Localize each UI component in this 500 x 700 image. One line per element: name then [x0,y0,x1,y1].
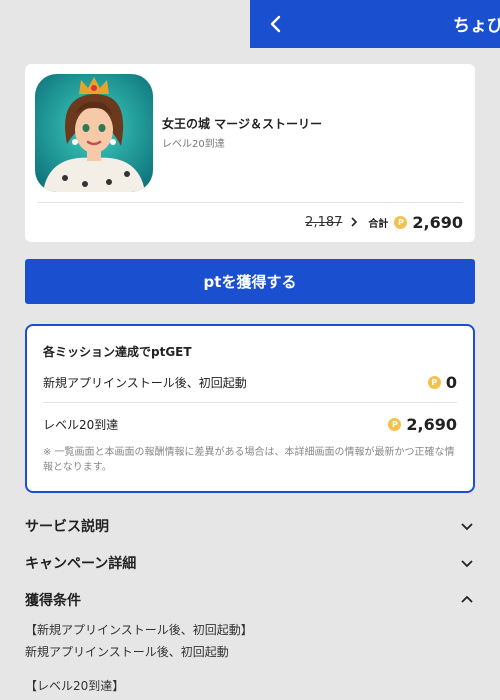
condition-text: 【レベル20到達】 [25,679,125,693]
app-card: 女王の城 マージ＆ストーリー レベル20到達 2,187 合計 P 2,690 [25,64,475,242]
total-value: 2,690 [412,212,463,232]
point-coin-icon: P [427,375,441,389]
mission-row: 新規アプリインストール後、初回起動 P 0 [43,371,457,393]
condition-text: 新規アプリインストール後、初回起動 [25,645,229,659]
chevron-left-icon[interactable] [264,12,288,36]
point-coin-icon: P [388,417,402,431]
accordion-label: サービス説明 [25,519,109,535]
accordion-label: 獲得条件 [25,593,81,609]
mission-row-points: 0 [445,372,457,392]
mission-row: レベル20到達 P 2,690 [43,413,457,435]
divider [43,402,457,403]
app-name: 女王の城 マージ＆ストーリー [162,117,322,131]
mission-row-value: P 0 [427,372,457,392]
mission-row-label: レベル20到達 [43,417,119,432]
header-title: ちょび [453,16,500,36]
mission-row-value: P 2,690 [388,415,457,434]
queen-portrait-app-icon [35,74,153,192]
mission-row-label: 新規アプリインストール後、初回起動 [43,375,247,390]
chevron-right-icon [351,217,358,227]
old-price: 2,187 [305,214,343,230]
price-row: 2,187 合計 P 2,690 [305,212,463,232]
mission-box: 各ミッション達成でptGET 新規アプリインストール後、初回起動 P 0 レベル… [25,324,475,493]
accordion-acquisition-conditions[interactable]: 獲得条件 [25,590,475,610]
app-subtitle: レベル20到達 [162,139,225,150]
divider [37,202,463,203]
mission-title: 各ミッション達成でptGET [43,345,192,359]
accordion-campaign-details[interactable]: キャンペーン詳細 [25,553,475,573]
get-points-button[interactable]: ptを獲得する [25,259,475,304]
chevron-down-icon [461,523,473,531]
top-bar: ちょび [250,0,500,48]
chevron-up-icon [461,595,473,603]
accordion-service-description[interactable]: サービス説明 [25,516,475,536]
total-label: 合計 [368,218,389,230]
condition-text: 【新規アプリインストール後、初回起動】 [25,623,253,637]
mission-row-points: 2,690 [406,414,457,434]
disclaimer-note: ※ 一覧画面と本画面の報酬情報に差異がある場合は、本詳細画面の情報が最新かつ正確… [43,447,455,473]
chevron-down-icon [461,560,473,568]
accordion-label: キャンペーン詳細 [25,556,137,572]
point-coin-icon: P [394,215,408,229]
